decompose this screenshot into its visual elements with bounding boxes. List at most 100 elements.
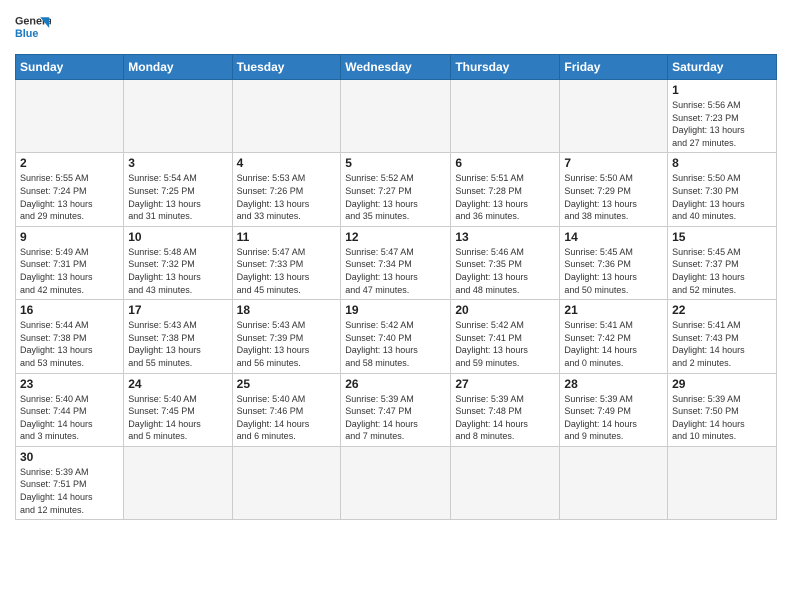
calendar-cell: 20Sunrise: 5:42 AM Sunset: 7:41 PM Dayli…: [451, 300, 560, 373]
day-number: 6: [455, 156, 555, 170]
svg-text:Blue: Blue: [15, 28, 38, 40]
calendar-cell: 25 Sunrise: 5:40 AM Sunset: 7:46 PM Dayli…: [232, 373, 341, 446]
calendar-cell: 2Sunrise: 5:55 AM Sunset: 7:24 PM Daylig…: [16, 153, 124, 226]
weekday-friday: Friday: [560, 55, 668, 80]
calendar-table: SundayMondayTuesdayWednesdayThursdayFrid…: [15, 54, 777, 520]
calendar-cell: 26 Sunrise: 5:39 AM Sunset: 7:47 PM Dayli…: [341, 373, 451, 446]
header: General Blue: [15, 10, 777, 46]
logo: General Blue: [15, 10, 51, 46]
calendar-cell: 8 Sunrise: 5:50 AM Sunset: 7:30 PM Daylig…: [668, 153, 777, 226]
calendar-cell: 13 Sunrise: 5:46 AM Sunset: 7:35 PM Dayli…: [451, 226, 560, 299]
weekday-header-row: SundayMondayTuesdayWednesdayThursdayFrid…: [16, 55, 777, 80]
day-info: Sunrise: 5:39 AM Sunset: 7:49 PM Dayligh…: [564, 393, 663, 443]
calendar-cell: 9Sunrise: 5:49 AM Sunset: 7:31 PM Daylig…: [16, 226, 124, 299]
day-info: Sunrise: 5:43 AM Sunset: 7:39 PM Dayligh…: [237, 319, 337, 369]
day-info: Sunrise: 5:53 AM Sunset: 7:26 PM Dayligh…: [237, 172, 337, 222]
calendar-cell: 15 Sunrise: 5:45 AM Sunset: 7:37 PM Dayli…: [668, 226, 777, 299]
day-info: Sunrise: 5:40 AM Sunset: 7:45 PM Dayligh…: [128, 393, 227, 443]
calendar-cell: 22 Sunrise: 5:41 AM Sunset: 7:43 PM Dayli…: [668, 300, 777, 373]
day-info: Sunrise: 5:41 AM Sunset: 7:43 PM Dayligh…: [672, 319, 772, 369]
day-info: Sunrise: 5:42 AM Sunset: 7:41 PM Dayligh…: [455, 319, 555, 369]
day-info: Sunrise: 5:39 AM Sunset: 7:47 PM Dayligh…: [345, 393, 446, 443]
day-info: Sunrise: 5:55 AM Sunset: 7:24 PM Dayligh…: [20, 172, 119, 222]
calendar-cell: 23 Sunrise: 5:40 AM Sunset: 7:44 PM Dayli…: [16, 373, 124, 446]
weekday-thursday: Thursday: [451, 55, 560, 80]
calendar-cell: [232, 80, 341, 153]
day-info: Sunrise: 5:39 AM Sunset: 7:51 PM Dayligh…: [20, 466, 119, 516]
calendar-cell: 3 Sunrise: 5:54 AM Sunset: 7:25 PM Daylig…: [124, 153, 232, 226]
day-number: 10: [128, 230, 227, 244]
day-number: 1: [672, 83, 772, 97]
generalblue-logo-icon: General Blue: [15, 10, 51, 46]
day-number: 18: [237, 303, 337, 317]
calendar-cell: 5Sunrise: 5:52 AM Sunset: 7:27 PM Daylig…: [341, 153, 451, 226]
calendar-cell: 11 Sunrise: 5:47 AM Sunset: 7:33 PM Dayli…: [232, 226, 341, 299]
calendar-cell: [560, 446, 668, 519]
calendar-cell: 16 Sunrise: 5:44 AM Sunset: 7:38 PM Dayli…: [16, 300, 124, 373]
day-info: Sunrise: 5:50 AM Sunset: 7:29 PM Dayligh…: [564, 172, 663, 222]
week-row-4: 23 Sunrise: 5:40 AM Sunset: 7:44 PM Dayli…: [16, 373, 777, 446]
calendar-cell: 30 Sunrise: 5:39 AM Sunset: 7:51 PM Dayli…: [16, 446, 124, 519]
day-number: 17: [128, 303, 227, 317]
day-number: 3: [128, 156, 227, 170]
day-info: Sunrise: 5:39 AM Sunset: 7:48 PM Dayligh…: [455, 393, 555, 443]
calendar-cell: [232, 446, 341, 519]
calendar-cell: 7 Sunrise: 5:50 AM Sunset: 7:29 PM Daylig…: [560, 153, 668, 226]
day-number: 30: [20, 450, 119, 464]
day-info: Sunrise: 5:40 AM Sunset: 7:46 PM Dayligh…: [237, 393, 337, 443]
calendar-cell: [341, 80, 451, 153]
day-info: Sunrise: 5:50 AM Sunset: 7:30 PM Dayligh…: [672, 172, 772, 222]
day-number: 24: [128, 377, 227, 391]
calendar-cell: 1Sunrise: 5:56 AM Sunset: 7:23 PM Daylig…: [668, 80, 777, 153]
day-number: 14: [564, 230, 663, 244]
day-info: Sunrise: 5:39 AM Sunset: 7:50 PM Dayligh…: [672, 393, 772, 443]
day-info: Sunrise: 5:41 AM Sunset: 7:42 PM Dayligh…: [564, 319, 663, 369]
day-number: 7: [564, 156, 663, 170]
day-number: 8: [672, 156, 772, 170]
day-number: 12: [345, 230, 446, 244]
day-number: 11: [237, 230, 337, 244]
calendar-cell: [668, 446, 777, 519]
calendar-cell: 4Sunrise: 5:53 AM Sunset: 7:26 PM Daylig…: [232, 153, 341, 226]
calendar-cell: [341, 446, 451, 519]
day-info: Sunrise: 5:43 AM Sunset: 7:38 PM Dayligh…: [128, 319, 227, 369]
calendar-cell: 6Sunrise: 5:51 AM Sunset: 7:28 PM Daylig…: [451, 153, 560, 226]
weekday-sunday: Sunday: [16, 55, 124, 80]
calendar-cell: 28Sunrise: 5:39 AM Sunset: 7:49 PM Dayli…: [560, 373, 668, 446]
week-row-3: 16 Sunrise: 5:44 AM Sunset: 7:38 PM Dayli…: [16, 300, 777, 373]
calendar-cell: 24 Sunrise: 5:40 AM Sunset: 7:45 PM Dayli…: [124, 373, 232, 446]
calendar-cell: 10 Sunrise: 5:48 AM Sunset: 7:32 PM Dayli…: [124, 226, 232, 299]
week-row-5: 30 Sunrise: 5:39 AM Sunset: 7:51 PM Dayli…: [16, 446, 777, 519]
day-number: 22: [672, 303, 772, 317]
day-info: Sunrise: 5:49 AM Sunset: 7:31 PM Dayligh…: [20, 246, 119, 296]
calendar-cell: [451, 80, 560, 153]
week-row-0: 1Sunrise: 5:56 AM Sunset: 7:23 PM Daylig…: [16, 80, 777, 153]
day-info: Sunrise: 5:48 AM Sunset: 7:32 PM Dayligh…: [128, 246, 227, 296]
day-number: 21: [564, 303, 663, 317]
day-info: Sunrise: 5:47 AM Sunset: 7:34 PM Dayligh…: [345, 246, 446, 296]
day-info: Sunrise: 5:54 AM Sunset: 7:25 PM Dayligh…: [128, 172, 227, 222]
day-number: 13: [455, 230, 555, 244]
day-info: Sunrise: 5:46 AM Sunset: 7:35 PM Dayligh…: [455, 246, 555, 296]
day-number: 15: [672, 230, 772, 244]
calendar-cell: 29Sunrise: 5:39 AM Sunset: 7:50 PM Dayli…: [668, 373, 777, 446]
day-number: 16: [20, 303, 119, 317]
day-info: Sunrise: 5:40 AM Sunset: 7:44 PM Dayligh…: [20, 393, 119, 443]
calendar-cell: 17 Sunrise: 5:43 AM Sunset: 7:38 PM Dayli…: [124, 300, 232, 373]
day-number: 25: [237, 377, 337, 391]
day-info: Sunrise: 5:47 AM Sunset: 7:33 PM Dayligh…: [237, 246, 337, 296]
calendar-cell: 12 Sunrise: 5:47 AM Sunset: 7:34 PM Dayli…: [341, 226, 451, 299]
day-number: 19: [345, 303, 446, 317]
calendar-cell: 27Sunrise: 5:39 AM Sunset: 7:48 PM Dayli…: [451, 373, 560, 446]
day-info: Sunrise: 5:42 AM Sunset: 7:40 PM Dayligh…: [345, 319, 446, 369]
calendar-cell: [560, 80, 668, 153]
calendar-cell: [124, 80, 232, 153]
weekday-saturday: Saturday: [668, 55, 777, 80]
day-info: Sunrise: 5:45 AM Sunset: 7:37 PM Dayligh…: [672, 246, 772, 296]
calendar-cell: 18 Sunrise: 5:43 AM Sunset: 7:39 PM Dayli…: [232, 300, 341, 373]
day-info: Sunrise: 5:44 AM Sunset: 7:38 PM Dayligh…: [20, 319, 119, 369]
calendar-cell: [16, 80, 124, 153]
day-number: 23: [20, 377, 119, 391]
day-number: 26: [345, 377, 446, 391]
page: General Blue SundayMondayTuesdayWednesda…: [0, 0, 792, 530]
